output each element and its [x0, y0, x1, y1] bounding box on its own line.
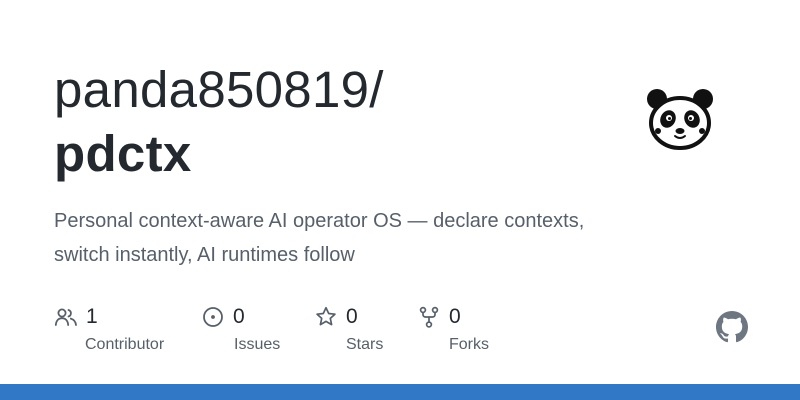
github-mark-icon	[716, 311, 748, 343]
repo-forked-icon	[417, 305, 441, 329]
panda-avatar-icon	[647, 89, 713, 150]
repo-owner[interactable]: panda850819/	[54, 60, 384, 120]
stars-label: Stars	[346, 336, 384, 353]
people-icon	[54, 305, 78, 329]
repo-name[interactable]: pdctx	[54, 124, 192, 184]
owner-avatar[interactable]	[644, 87, 716, 151]
repo-description: Personal context-aware AI operator OS — …	[54, 210, 585, 266]
language-color-bar	[0, 384, 800, 400]
issues-label: Issues	[234, 336, 281, 353]
issue-opened-icon	[201, 305, 225, 329]
repo-social-card: panda850819/ pdctx Personal context-awar…	[0, 0, 800, 400]
contributors-count: 1	[86, 305, 98, 328]
stars-count: 0	[346, 305, 358, 328]
github-logo[interactable]	[716, 311, 748, 343]
forks-count: 0	[449, 305, 461, 328]
contributors-label: Contributor	[85, 336, 165, 353]
issues-count: 0	[233, 305, 245, 328]
forks-label: Forks	[449, 336, 489, 353]
star-icon	[314, 305, 338, 329]
